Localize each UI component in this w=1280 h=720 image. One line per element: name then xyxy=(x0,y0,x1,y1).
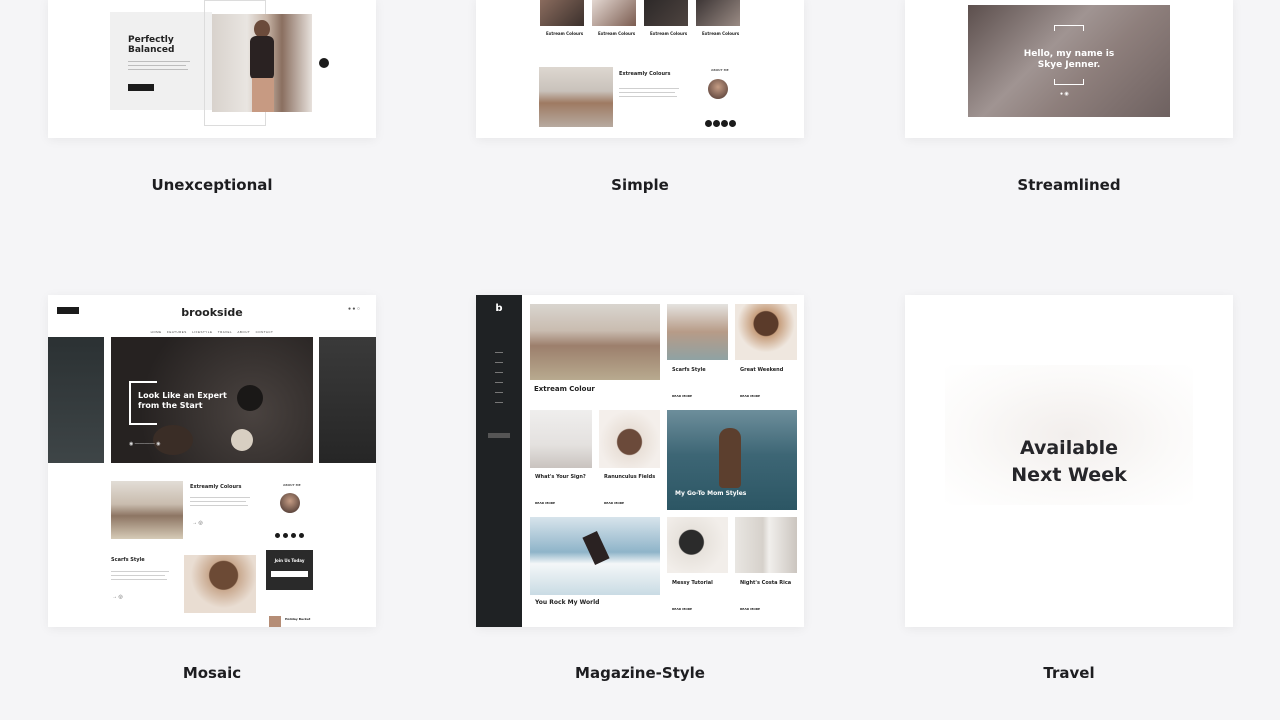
social-icon-a[interactable] xyxy=(275,533,280,538)
post-title-you-rock: You Rock My World xyxy=(535,599,600,606)
slider-left-photo xyxy=(48,337,104,463)
social-icon-1[interactable] xyxy=(705,120,712,127)
post-title-great-weekend: Great Weekend xyxy=(740,367,784,373)
post-title-mom-styles: My Go-To Mom Styles xyxy=(675,490,747,497)
woman-photo xyxy=(212,14,312,112)
post-title-4: Extream Colours xyxy=(702,31,740,36)
read-more-5[interactable]: READ MORE xyxy=(672,607,692,611)
post-photo-costa-rica xyxy=(735,517,797,573)
read-more-3[interactable]: READ MORE xyxy=(535,501,555,505)
post-photo-ranunculus-fields xyxy=(599,410,660,468)
preview-button xyxy=(128,84,154,91)
post-title-messy-tutorial: Messy Tutorial xyxy=(672,580,713,586)
theme-name-unexceptional: Unexceptional xyxy=(151,176,273,194)
post-title-3: Extream Colours xyxy=(650,31,688,36)
dark-sidebar: b xyxy=(476,295,522,627)
post-photo-2 xyxy=(184,555,256,613)
hero-photo: Hello, my name is Skye Jenner. ● ◉ xyxy=(968,5,1170,117)
newsletter-widget: Join Us Today xyxy=(266,550,313,590)
post-photo-scarfs-style xyxy=(667,304,728,360)
preview-heading: Perfectly Balanced xyxy=(128,35,175,55)
main-nav: HOME FEATURES LIFESTYLE TRAVEL ABOUT CON… xyxy=(150,330,274,334)
post-thumb-4 xyxy=(696,0,740,26)
read-more-2[interactable]: READ MORE xyxy=(740,394,760,398)
social-icon-d[interactable] xyxy=(299,533,304,538)
post-photo-messy-tutorial xyxy=(667,517,728,573)
post-title-costa-rica: Night's Costa Rica xyxy=(740,580,792,586)
post-title-1: Extreamly Colours xyxy=(190,484,242,490)
post-photo-whats-your-sign xyxy=(530,410,592,468)
post-photo-1 xyxy=(111,481,183,539)
slider-controls: ◉ ———— ◉ xyxy=(129,441,161,447)
site-logo: brookside xyxy=(181,306,243,319)
post-thumb-2 xyxy=(592,0,636,26)
slider-next-icon[interactable] xyxy=(319,58,329,68)
post-title-scarfs-style: Scarfs Style xyxy=(672,367,706,373)
sidebar-about-label: ABOUT ME xyxy=(283,483,301,487)
post-title-2: Extream Colours xyxy=(598,31,636,36)
social-icon-c[interactable] xyxy=(291,533,296,538)
theme-card-travel[interactable]: Available Next Week xyxy=(905,295,1233,627)
sidebar-avatar xyxy=(280,493,300,513)
social-icon-b[interactable] xyxy=(283,533,288,538)
header-icons: ● ● ○ xyxy=(348,306,360,312)
widget-label: ABOUT ME xyxy=(711,68,729,72)
theme-name-travel: Travel xyxy=(1043,664,1095,682)
post-photo-extream-colour xyxy=(530,304,660,380)
social-icon-4[interactable] xyxy=(729,120,736,127)
theme-name-mosaic: Mosaic xyxy=(182,664,242,682)
theme-name-simple: Simple xyxy=(611,176,669,194)
theme-card-simple[interactable]: Extream Colours Extream Colours Extream … xyxy=(476,0,804,138)
featured-photo xyxy=(539,67,613,127)
post-title-ranunculus-fields: Ranunculus Fields xyxy=(604,474,656,480)
read-more-1[interactable]: READ MORE xyxy=(672,394,692,398)
post-title-2: Scarfs Style xyxy=(111,557,145,563)
share-icons-1: → ◎ xyxy=(192,520,203,526)
sidebar-logo: b xyxy=(495,303,503,314)
theme-card-magazine[interactable]: b Extream Colour Scarfs Style READ MORE … xyxy=(476,295,804,627)
availability-overlay: Available Next Week xyxy=(1011,437,1127,486)
recent-thumb xyxy=(269,616,281,627)
slider-right-photo xyxy=(319,337,376,463)
post-thumb-3 xyxy=(644,0,688,26)
post-title-extream-colour: Extream Colour xyxy=(534,385,595,393)
theme-name-magazine: Magazine-Style xyxy=(575,664,705,682)
hero-heading: Look Like an Expert from the Start xyxy=(138,391,227,410)
social-icons: ● ◉ xyxy=(1060,91,1069,97)
recent-post-title: Holiday Bucket xyxy=(285,617,311,621)
slider-hero-photo: Look Like an Expert from the Start ◉ ———… xyxy=(111,337,313,463)
featured-title: Extreamly Colours xyxy=(619,71,671,77)
hero-text: Hello, my name is Skye Jenner. xyxy=(1023,49,1115,70)
post-photo-you-rock xyxy=(530,517,660,595)
avatar xyxy=(708,79,728,99)
read-more-4[interactable]: READ MORE xyxy=(604,501,624,505)
theme-card-unexceptional[interactable]: Perfectly Balanced xyxy=(48,0,376,138)
post-photo-mom-styles: My Go-To Mom Styles xyxy=(667,410,797,510)
post-photo-great-weekend xyxy=(735,304,797,360)
social-icon-2[interactable] xyxy=(713,120,720,127)
post-title-1: Extream Colours xyxy=(546,31,584,36)
theme-card-streamlined[interactable]: Hello, my name is Skye Jenner. ● ◉ xyxy=(905,0,1233,138)
post-title-whats-your-sign: What's Your Sign? xyxy=(535,474,586,480)
social-icon-3[interactable] xyxy=(721,120,728,127)
share-icons-2: → ◎ xyxy=(112,594,123,600)
post-thumb-1 xyxy=(540,0,584,26)
read-more-6[interactable]: READ MORE xyxy=(740,607,760,611)
theme-name-streamlined: Streamlined xyxy=(1017,176,1121,194)
theme-card-mosaic[interactable]: brookside ● ● ○ HOME FEATURES LIFESTYLE … xyxy=(48,295,376,627)
